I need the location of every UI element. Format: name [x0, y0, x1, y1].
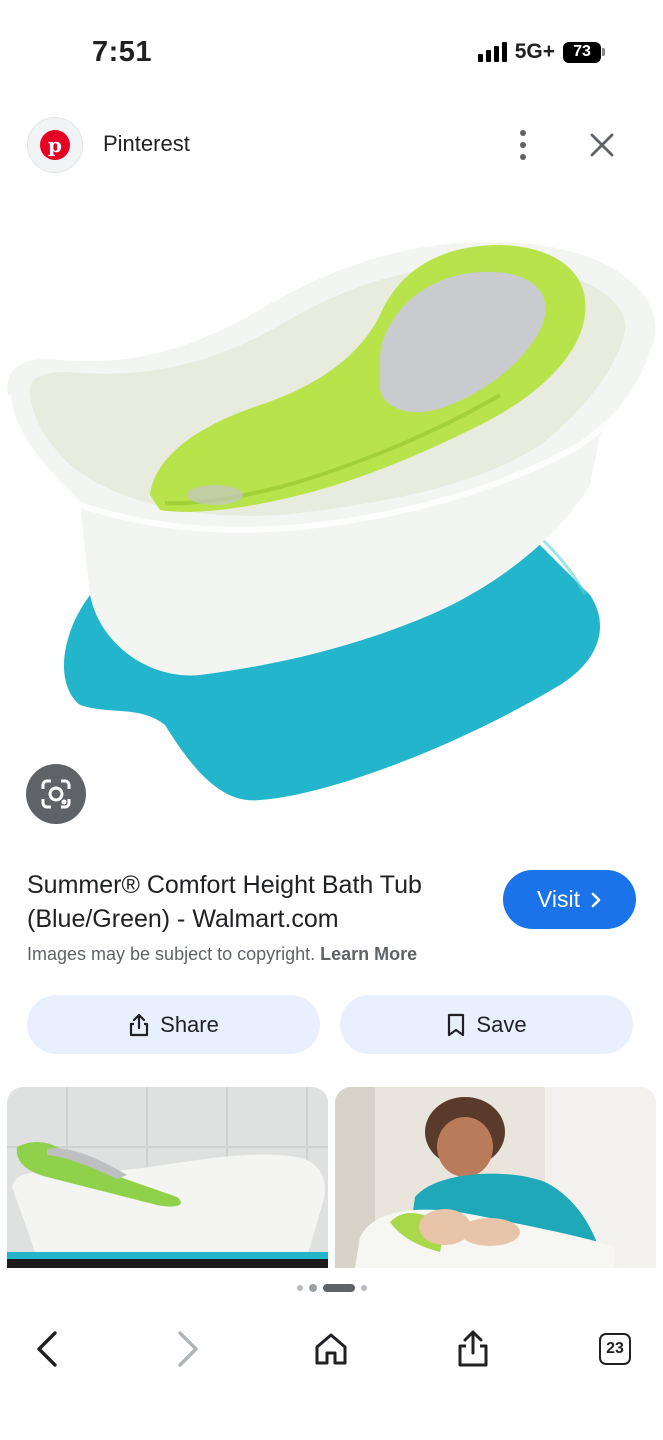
product-image[interactable] [0, 205, 663, 845]
save-button[interactable]: Save [340, 995, 633, 1054]
pinterest-logo-icon: p [40, 130, 70, 160]
status-bar: 7:51 5G+ 73 [0, 0, 663, 100]
visit-button[interactable]: Visit [503, 870, 636, 929]
tabs-icon[interactable]: 23 [590, 1324, 640, 1374]
battery-level: 73 [563, 41, 601, 63]
status-indicators: 5G+ 73 [477, 40, 605, 64]
bookmark-icon [448, 1013, 465, 1036]
visit-label: Visit [536, 886, 581, 912]
chevron-right-icon [591, 892, 601, 907]
battery-icon: 73 [563, 41, 605, 63]
source-name[interactable]: Pinterest [103, 131, 190, 157]
product-title[interactable]: Summer® Comfort Height Bath Tub (Blue/Gr… [27, 868, 487, 936]
related-image[interactable] [7, 1087, 328, 1268]
home-icon[interactable] [306, 1324, 356, 1374]
source-header: p Pinterest [0, 112, 663, 178]
related-tub-image [7, 1087, 328, 1268]
status-time: 7:51 [92, 36, 153, 68]
browser-toolbar: 23 [0, 1316, 663, 1386]
lens-icon [41, 779, 71, 809]
tabs-count: 23 [599, 1333, 631, 1365]
related-image[interactable] [335, 1087, 656, 1268]
network-type: 5G+ [514, 40, 555, 63]
copyright-text: Images may be subject to copyright. [27, 944, 316, 964]
share-button[interactable]: Share [27, 995, 320, 1054]
more-options-icon[interactable] [505, 126, 541, 164]
forward-icon[interactable] [163, 1324, 213, 1374]
signal-icon [477, 42, 507, 62]
visual-search-button[interactable] [26, 764, 86, 824]
copyright-notice: Images may be subject to copyright. Lear… [27, 944, 417, 965]
learn-more-link[interactable]: Learn More [320, 944, 417, 964]
back-icon[interactable] [22, 1324, 72, 1374]
share-icon [130, 1013, 149, 1036]
save-label: Save [476, 1011, 527, 1037]
share-label: Share [160, 1011, 219, 1037]
bath-tub-illustration [5, 241, 658, 801]
share-icon[interactable] [448, 1324, 498, 1374]
source-avatar[interactable]: p [27, 117, 83, 173]
related-mother-baby-image [335, 1087, 656, 1268]
carousel-page-indicator [0, 1284, 663, 1292]
close-icon[interactable] [584, 126, 620, 164]
